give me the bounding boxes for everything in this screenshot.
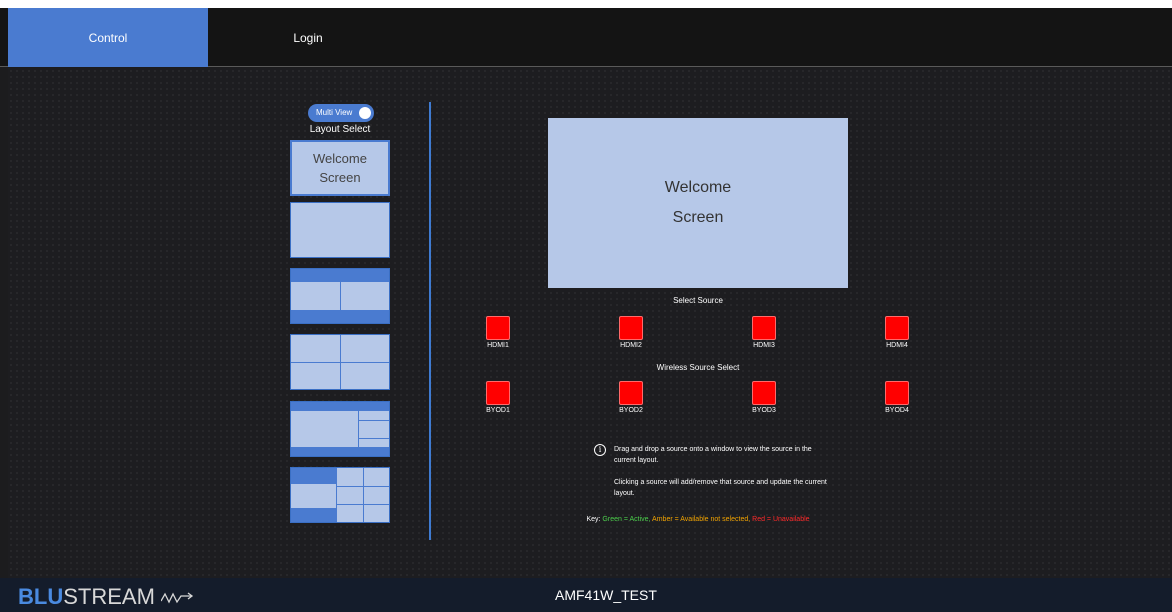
tab-login[interactable]: Login	[208, 8, 408, 67]
select-source-title: Select Source	[673, 296, 723, 305]
layout-divider	[336, 468, 337, 522]
layout-divider	[291, 362, 389, 363]
layout-main-plus-three[interactable]	[290, 401, 390, 457]
source-label: HDMI3	[753, 342, 775, 349]
blustream-logo: BLUSTREAM	[18, 584, 195, 610]
logo-blu: BLU	[18, 584, 64, 609]
key-prefix: Key:	[586, 516, 601, 523]
source-status-square	[486, 316, 510, 340]
tab-control[interactable]: Control	[8, 8, 208, 67]
main-panel: Multi View Layout Select Welcome Screen	[8, 68, 1172, 578]
layout-welcome-screen[interactable]: Welcome Screen	[290, 140, 390, 196]
multi-view-toggle[interactable]: Multi View	[308, 104, 374, 122]
panel-divider	[429, 102, 431, 540]
source-status-square	[619, 381, 643, 405]
status-key: Key: Green = Active, Amber = Available n…	[488, 516, 908, 523]
source-status-square	[752, 316, 776, 340]
source-status-square	[486, 381, 510, 405]
top-strip	[0, 0, 1172, 8]
layout-divider	[336, 504, 389, 505]
source-hdmi4[interactable]: HDMI4	[877, 316, 917, 349]
source-status-square	[885, 381, 909, 405]
layout-band	[291, 508, 336, 522]
source-byod2[interactable]: BYOD2	[611, 381, 651, 414]
layout-welcome-line2: Screen	[319, 170, 361, 185]
layout-divider	[358, 420, 389, 421]
source-label: BYOD2	[619, 407, 643, 414]
preview-line1: Welcome	[664, 179, 732, 196]
source-label: BYOD3	[752, 407, 776, 414]
device-name: AMF41W_TEST	[555, 587, 657, 603]
layout-preview-window[interactable]: Welcome Screen	[548, 118, 848, 288]
key-amber: Amber = Available not selected,	[652, 516, 751, 523]
source-status-square	[619, 316, 643, 340]
toggle-knob	[359, 107, 371, 119]
top-navbar: Control Login	[0, 8, 1172, 67]
layout-divider	[363, 468, 364, 522]
layout-dual[interactable]	[290, 268, 390, 324]
source-hdmi1[interactable]: HDMI1	[478, 316, 518, 349]
key-green: Green = Active,	[602, 516, 651, 523]
source-status-square	[885, 316, 909, 340]
layout-band	[291, 468, 336, 484]
source-label: HDMI4	[886, 342, 908, 349]
preview-line2: Screen	[672, 209, 724, 226]
layout-divider	[358, 438, 389, 439]
layout-divider	[340, 282, 341, 312]
source-byod3[interactable]: BYOD3	[744, 381, 784, 414]
layout-quad[interactable]	[290, 334, 390, 390]
source-byod1[interactable]: BYOD1	[478, 381, 518, 414]
source-label: BYOD1	[486, 407, 510, 414]
layout-band	[291, 269, 389, 282]
help-text: i Drag and drop a source onto a window t…	[594, 444, 834, 499]
source-label: HDMI1	[487, 342, 509, 349]
source-byod4[interactable]: BYOD4	[877, 381, 917, 414]
key-red: Red = Unavailable	[752, 516, 810, 523]
wireless-source-title: Wireless Source Select	[656, 363, 740, 372]
multi-view-toggle-label: Multi View	[316, 108, 353, 117]
source-hdmi3[interactable]: HDMI3	[744, 316, 784, 349]
source-label: BYOD4	[885, 407, 909, 414]
source-status-square	[752, 381, 776, 405]
source-label: HDMI2	[620, 342, 642, 349]
logo-wave-arrow-icon	[160, 592, 194, 604]
help-drag-drop: Drag and drop a source onto a window to …	[614, 446, 812, 464]
logo-stream: STREAM	[63, 584, 155, 609]
source-hdmi2[interactable]: HDMI2	[611, 316, 651, 349]
layout-single[interactable]	[290, 202, 390, 258]
layout-welcome-text: Welcome Screen	[292, 142, 388, 194]
layout-select-title: Layout Select	[309, 124, 371, 135]
footer-bar: BLUSTREAM AMF41W_TEST	[0, 578, 1172, 612]
layout-divider	[336, 486, 389, 487]
layout-band	[291, 447, 389, 456]
layout-band	[291, 402, 389, 411]
help-click: Clicking a source will add/remove that s…	[614, 479, 827, 497]
layout-welcome-line1: Welcome	[313, 151, 367, 166]
layout-divider	[358, 402, 359, 456]
layout-main-plus-six[interactable]	[290, 467, 390, 523]
info-icon: i	[594, 444, 606, 456]
